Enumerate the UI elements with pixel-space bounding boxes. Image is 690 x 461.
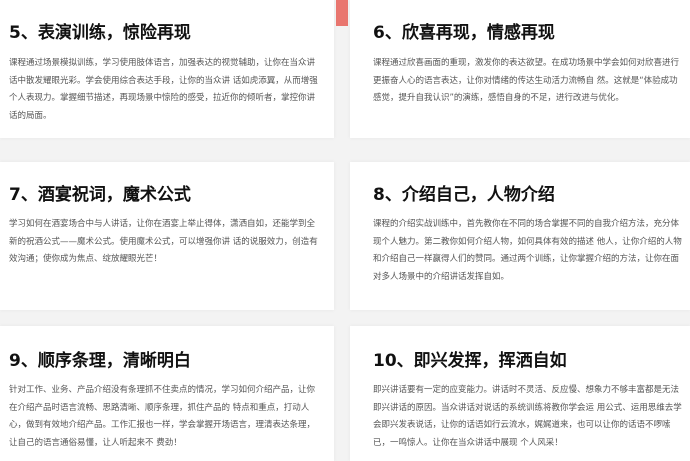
card-body: 针对工作、业务、产品介绍没有条理抓不住卖点的情况，学习如何介绍产品，让你在介绍产… <box>9 385 316 448</box>
card-body: 即兴讲话要有一定的应变能力。讲话时不灵活、反应慢、想象力不够丰富都是无法即兴讲话… <box>373 385 682 448</box>
card-body: 课程通过场景模拟训练，学习使用肢体语言，加强表达的视觉辅助，让你在当众讲话中散发… <box>9 58 318 121</box>
card-body: 课程通过欣喜画面的重现，激发你的表达欲望。在成功场景中学会如何对欣喜进行更振奋人… <box>373 58 680 103</box>
card-title: 10、即兴发挥，挥洒自如 <box>373 351 567 371</box>
accent-bar <box>336 0 348 26</box>
course-card: 6、欣喜再现，情感再现 课程通过欣喜画面的重现，激发你的表达欲望。在成功场景中学… <box>350 0 690 138</box>
card-title: 8、介绍自己，人物介绍 <box>373 185 555 205</box>
card-title: 9、顺序条理，清晰明白 <box>9 351 191 371</box>
course-card: 9、顺序条理，清晰明白 针对工作、业务、产品介绍没有条理抓不住卖点的情况，学习如… <box>0 326 334 461</box>
card-title: 6、欣喜再现，情感再现 <box>373 23 555 43</box>
card-title: 7、酒宴祝词，魔术公式 <box>9 185 191 205</box>
card-body: 学习如何在酒宴场合中与人讲话，让你在酒宴上举止得体，潇洒自如，还能学到全新的祝酒… <box>9 219 318 264</box>
card-body: 课程的介绍实战训练中，首先教你在不同的场合掌握不同的自我介绍方法，充分体现个人魅… <box>373 219 682 282</box>
course-card: 10、即兴发挥，挥洒自如 即兴讲话要有一定的应变能力。讲话时不灵活、反应慢、想象… <box>350 326 690 461</box>
course-card: 7、酒宴祝词，魔术公式 学习如何在酒宴场合中与人讲话，让你在酒宴上举止得体，潇洒… <box>0 162 334 310</box>
course-card: 5、表演训练，惊险再现 课程通过场景模拟训练，学习使用肢体语言，加强表达的视觉辅… <box>0 0 334 138</box>
course-card: 8、介绍自己，人物介绍 课程的介绍实战训练中，首先教你在不同的场合掌握不同的自我… <box>350 162 690 310</box>
card-title: 5、表演训练，惊险再现 <box>9 23 191 43</box>
